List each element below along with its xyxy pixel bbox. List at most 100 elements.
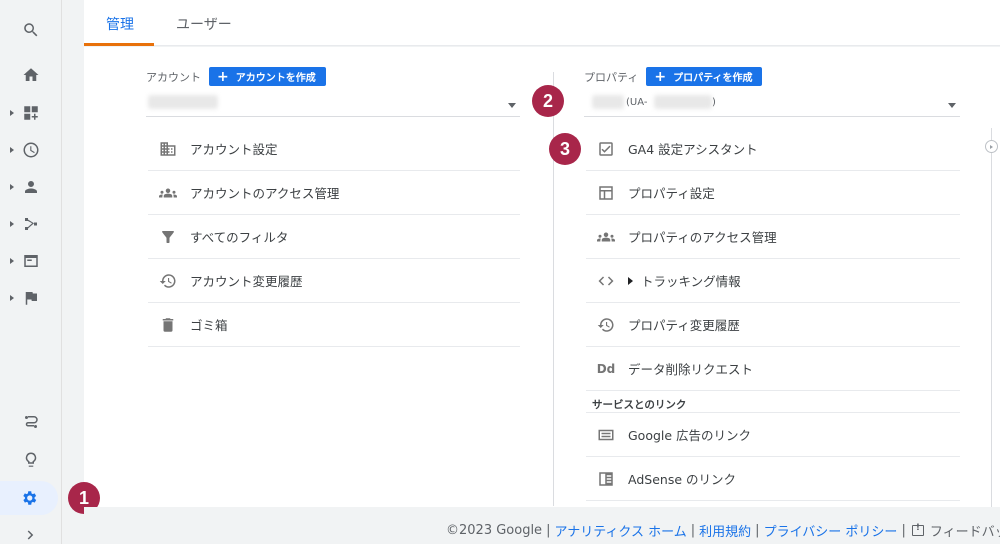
property-selector[interactable]: (UA- ) [584,93,960,117]
ga4-setup-assistant-label: GA4 設定アシスタント [628,142,758,157]
acquisition-icon [25,218,37,230]
account-access-item[interactable]: アカウントのアクセス管理 [148,171,520,215]
property-header: プロパティ + プロパティを作成 [584,67,763,86]
trash-item[interactable]: ゴミ箱 [148,303,520,347]
data-deletion-label: データ削除リクエスト [628,362,754,377]
lightbulb-icon[interactable] [0,443,62,477]
expand-arrow-icon [10,258,14,264]
account-access-label: アカウントのアクセス管理 [190,186,340,201]
home-icon[interactable] [0,58,62,92]
all-filters-label: すべてのフィルタ [190,230,289,245]
chevron-right-icon[interactable] [0,518,62,544]
property-settings-item[interactable]: プロパティ設定 [586,171,960,215]
search-icon[interactable] [0,13,62,47]
behavior-nav[interactable] [0,244,62,278]
service-links-heading: サービスとのリンク [586,391,960,413]
create-account-label: アカウントを作成 [235,73,316,84]
property-access-item[interactable]: プロパティのアクセス管理 [586,215,960,259]
redacted-property-name [592,95,624,109]
dashboard-icon [24,106,38,120]
building-icon [160,141,176,156]
code-icon [598,276,614,285]
chevron-down-icon [508,103,516,108]
create-property-button[interactable]: + プロパティを作成 [646,67,763,86]
step-badge-3: 3 [549,133,581,165]
dd-icon: Dd [596,361,616,376]
all-filters-item[interactable]: すべてのフィルタ [148,215,520,259]
privacy-link[interactable]: プライバシー ポリシー [764,521,898,540]
adsense-link-label: AdSense のリンク [628,472,736,487]
google-ads-link-label: Google 広告のリンク [628,428,752,443]
redacted-account-name [148,95,218,109]
route-icon[interactable] [0,405,62,439]
expand-arrow-icon [10,221,14,227]
step-badge-2: 2 [532,85,564,117]
property-access-label: プロパティのアクセス管理 [628,230,777,245]
ga4-setup-assistant-item[interactable]: GA4 設定アシスタント [586,127,960,171]
account-header: アカウント + アカウントを作成 [146,67,326,86]
plus-icon: + [654,68,667,85]
tab-users[interactable]: ユーザー [176,14,232,34]
realtime-nav[interactable] [0,133,62,167]
layout-icon [599,185,613,200]
account-settings-item[interactable]: アカウント設定 [148,127,520,171]
tracking-info-label: トラッキング情報 [641,274,741,289]
account-selector[interactable] [146,93,520,117]
create-property-label: プロパティを作成 [673,73,753,84]
analytics-home-link[interactable]: アナリティクス ホーム [554,521,686,540]
property-label: プロパティ [584,70,639,84]
trash-label: ゴミ箱 [190,318,228,333]
plus-icon: + [217,68,229,85]
property-history-label: プロパティ変更履歴 [628,318,740,333]
expand-arrow-icon [628,276,633,285]
active-tab-indicator [84,43,154,46]
expand-arrow-icon [10,295,14,301]
scroll-arrow-icon[interactable] [985,140,998,153]
feedback-link[interactable]: フィードバッ [930,521,1000,540]
redacted-property-id [654,95,712,109]
scrollbar-track[interactable] [991,128,992,508]
dashboard-nav[interactable] [0,96,62,130]
flag-icon [25,292,37,305]
adsense-link-item[interactable]: AdSense のリンク [586,457,960,501]
tracking-info-item[interactable]: トラッキング情報 [586,259,960,303]
property-id-prefix: (UA- [626,97,648,108]
terms-link[interactable]: 利用規約 [699,521,751,540]
clock-icon [23,142,39,158]
conversions-nav[interactable] [0,281,62,315]
tab-admin[interactable]: 管理 [106,14,134,34]
behavior-icon [24,255,38,267]
acquisition-nav[interactable] [0,207,62,241]
property-settings-label: プロパティ設定 [628,186,715,201]
google-ads-link-item[interactable]: Google 広告のリンク [586,413,960,457]
copyright: ©2023 Google [446,523,543,538]
left-rail [0,0,62,544]
audience-nav[interactable] [0,170,62,204]
property-id-suffix: ) [712,97,716,108]
expand-arrow-icon [10,147,14,153]
person-icon [25,181,37,193]
create-account-button[interactable]: + アカウントを作成 [209,67,326,86]
property-history-item[interactable]: プロパティ変更履歴 [586,303,960,347]
people-icon [597,232,615,241]
account-history-item[interactable]: アカウント変更履歴 [148,259,520,303]
adsense-icon [599,471,613,486]
ads-icon [598,429,614,440]
expand-arrow-icon [10,110,14,116]
feedback-icon [911,523,924,536]
gear-icon[interactable] [0,481,58,515]
trash-icon [162,317,174,332]
tab-bar: 管理 ユーザー [84,0,1000,46]
account-settings-label: アカウント設定 [190,142,278,157]
account-history-label: アカウント変更履歴 [190,274,303,289]
expand-arrow-icon [10,184,14,190]
checkbox-icon [599,141,613,156]
history-icon [159,273,176,288]
chevron-down-icon [948,103,956,108]
people-icon [159,188,177,197]
property-list: GA4 設定アシスタント プロパティ設定 プロパティのアクセス管理 トラッキング… [586,127,960,501]
account-list: アカウント設定 アカウントのアクセス管理 すべてのフィルタ アカウント変更履歴 … [148,127,520,347]
footer: ©2023 Google | アナリティクス ホーム | 利用規約 | プライバ… [84,507,1000,544]
data-deletion-item[interactable]: Dd データ削除リクエスト [586,347,960,391]
filter-icon [162,230,174,243]
